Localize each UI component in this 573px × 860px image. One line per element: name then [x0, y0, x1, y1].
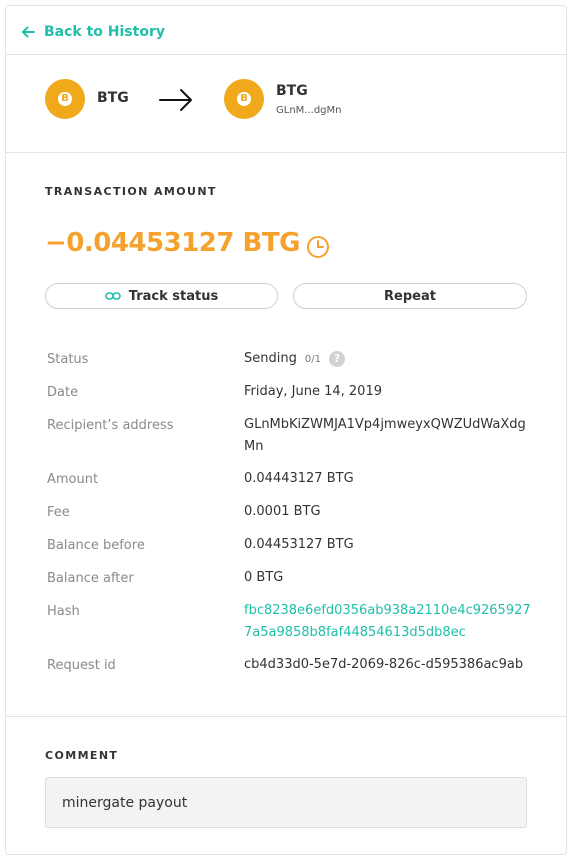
hash-link[interactable]: fbc8238e6efd0356ab938a2110e4c92659277a5a…: [244, 600, 534, 644]
track-status-label: Track status: [128, 288, 219, 304]
arrow-left-icon: [22, 26, 35, 38]
request-id-value: cb4d33d0-5e7d-2069-826c-d595386ac9ab: [244, 657, 524, 672]
date-value: Friday, June 14, 2019: [244, 384, 382, 399]
back-to-history-link[interactable]: Back to History: [20, 22, 165, 42]
arrow-right-icon: [159, 89, 192, 111]
fee-value: 0.0001 BTG: [244, 504, 321, 519]
recipient-address-label: Recipient’s address: [47, 418, 174, 433]
header-divider: [6, 54, 566, 55]
balance-before-value: 0.04453127 BTG: [244, 537, 354, 552]
help-icon[interactable]: ?: [328, 350, 345, 367]
comment-text: minergate payout: [62, 794, 188, 811]
transaction-amount: −0.04453127 BTG: [45, 228, 300, 258]
transaction-amount-title: TRANSACTION AMOUNT: [45, 185, 217, 198]
to-currency: BTG: [276, 83, 308, 99]
amount-value: 0.04443127 BTG: [244, 471, 354, 486]
status-text: Sending: [244, 351, 297, 366]
recipient-address-value: GLnMbKiZWMJA1Vp4jmweyxQWZUdWaXdgMn: [244, 417, 526, 454]
comment-title: COMMENT: [45, 749, 119, 762]
fee-label: Fee: [47, 505, 70, 520]
route-divider: [6, 152, 566, 153]
confirmation-counter: 0/1: [304, 354, 321, 365]
btg-coin-icon: B: [224, 79, 264, 119]
request-id-label: Request id: [47, 658, 116, 673]
track-status-button[interactable]: Track status: [45, 283, 278, 309]
details-divider: [6, 716, 566, 717]
status-label: Status: [47, 352, 89, 367]
balance-after-value: 0 BTG: [244, 570, 284, 585]
from-currency: BTG: [97, 90, 129, 106]
balance-before-label: Balance before: [47, 538, 145, 553]
repeat-button[interactable]: Repeat: [293, 283, 527, 309]
balance-after-label: Balance after: [47, 571, 134, 586]
hash-label: Hash: [47, 604, 80, 619]
btg-coin-icon: B: [45, 79, 85, 119]
back-label: Back to History: [44, 24, 165, 40]
amount-label: Amount: [47, 472, 99, 487]
date-label: Date: [47, 385, 79, 400]
status-value: Sending 0/1?: [244, 348, 534, 371]
clock-icon: [307, 236, 329, 258]
repeat-label: Repeat: [384, 288, 436, 304]
to-address-short: GLnM...dgMn: [276, 105, 342, 116]
transaction-card: Back to History B BTG B BTG GLnM...dgMn …: [5, 5, 567, 855]
link-icon: [104, 292, 121, 300]
comment-field: minergate payout: [45, 777, 527, 828]
